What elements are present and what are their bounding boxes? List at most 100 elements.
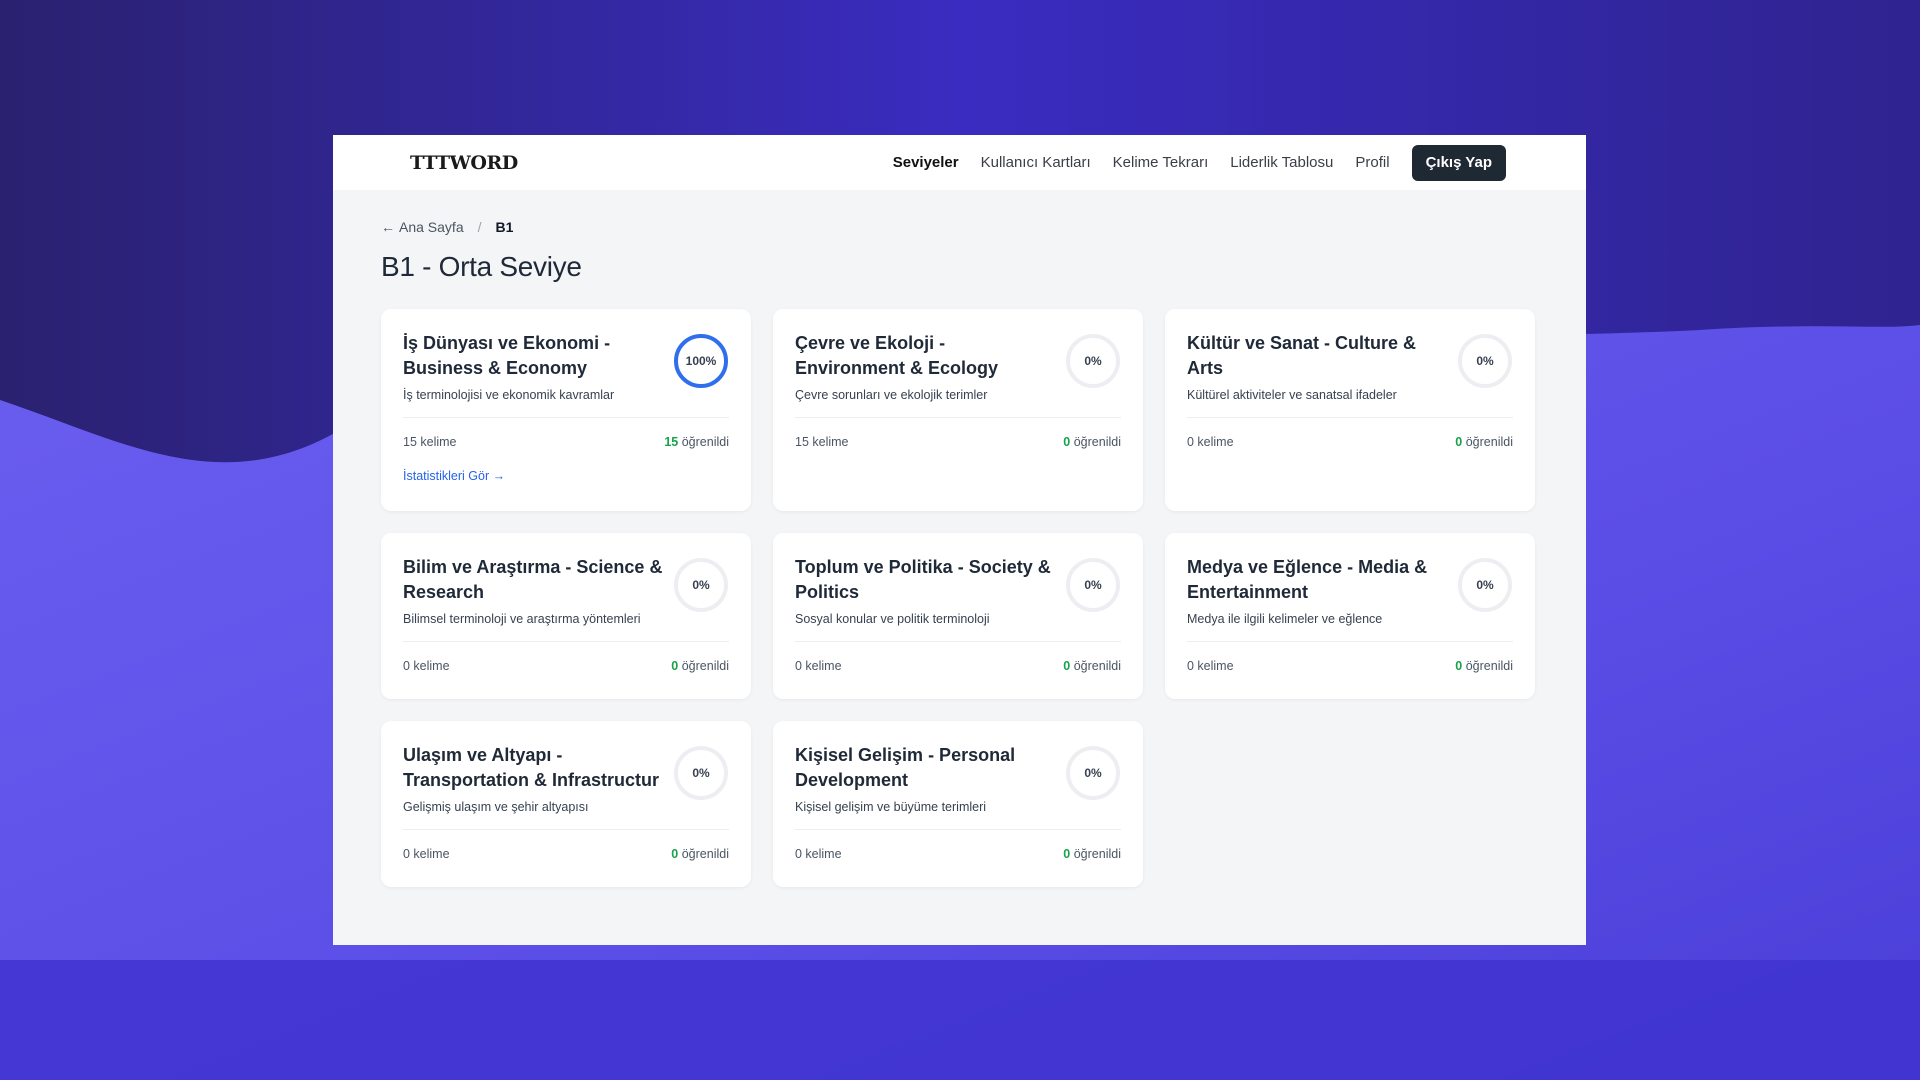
- page-title: B1 - Orta Seviye: [381, 251, 582, 282]
- nav-levels[interactable]: Seviyeler: [893, 154, 959, 171]
- card-description: Kişisel gelişim ve büyüme terimleri: [795, 800, 987, 814]
- card-divider: [795, 641, 1121, 642]
- progress-percent: 0%: [692, 766, 710, 780]
- card-description: Sosyal konular ve politik terminoloji: [795, 612, 990, 626]
- progress-percent: 0%: [1476, 354, 1494, 368]
- category-card[interactable]: Medya ve Eğlence - Media & Entertainment…: [1165, 533, 1535, 699]
- learned-count: 0 öğrenildi: [1063, 847, 1121, 861]
- learned-number: 0: [671, 847, 679, 861]
- progress-percent: 0%: [1476, 578, 1494, 592]
- card-divider: [403, 641, 729, 642]
- learned-count: 15 öğrenildi: [664, 435, 729, 449]
- nav-leaderboard[interactable]: Liderlik Tablosu: [1230, 154, 1333, 171]
- arrow-left-icon: ←: [381, 219, 395, 235]
- main-content: ← Ana Sayfa / B1 B1 - Orta Seviye İş Dün…: [333, 190, 1586, 887]
- category-card[interactable]: İş Dünyası ve Ekonomi - Business & Econo…: [381, 309, 751, 511]
- card-divider: [403, 417, 729, 418]
- word-count: 0 kelime: [1187, 435, 1234, 449]
- learned-label: öğrenildi: [681, 659, 729, 673]
- card-description: Bilimsel terminoloji ve araştırma yöntem…: [403, 612, 641, 626]
- card-title: Medya ve Eğlence - Media & Entertainment: [1187, 557, 1428, 602]
- card-title: Kişisel Gelişim - Personal Development: [795, 745, 1016, 790]
- learned-number: 0: [1063, 435, 1071, 449]
- card-description: Gelişmiş ulaşım ve şehir altyapısı: [403, 800, 589, 814]
- progress-ring: 0%: [673, 745, 729, 801]
- logout-button[interactable]: Çıkış Yap: [1411, 144, 1506, 181]
- learned-number: 0: [671, 659, 679, 673]
- learned-label: öğrenildi: [1073, 847, 1121, 861]
- brand-logo[interactable]: TTTWORD: [410, 152, 518, 174]
- category-card[interactable]: Çevre ve Ekoloji - Environment & Ecology…: [773, 309, 1143, 511]
- card-description: Kültürel aktiviteler ve sanatsal ifadele…: [1187, 388, 1397, 402]
- category-card[interactable]: Ulaşım ve Altyapı - Transportation & Inf…: [381, 721, 751, 887]
- progress-ring: 0%: [1065, 557, 1121, 613]
- category-card[interactable]: Kültür ve Sanat - Culture & Arts Kültüre…: [1165, 309, 1535, 511]
- progress-percent: 0%: [1084, 354, 1102, 368]
- progress-percent: 0%: [692, 578, 710, 592]
- progress-ring: 0%: [1457, 333, 1513, 389]
- nav-word-review[interactable]: Kelime Tekrarı: [1113, 154, 1209, 171]
- card-divider: [795, 417, 1121, 418]
- breadcrumb-home-link[interactable]: ← Ana Sayfa: [381, 219, 464, 235]
- progress-ring: 0%: [1065, 333, 1121, 389]
- progress-percent: 100%: [685, 354, 717, 368]
- word-count: 0 kelime: [795, 659, 842, 673]
- learned-label: öğrenildi: [1073, 435, 1121, 449]
- nav-user-cards[interactable]: Kullanıcı Kartları: [981, 154, 1091, 171]
- nav-links: Seviyeler Kullanıcı Kartları Kelime Tekr…: [871, 144, 1506, 181]
- card-description: İş terminolojisi ve ekonomik kavramlar: [403, 388, 615, 402]
- nav-profile[interactable]: Profil: [1355, 154, 1389, 171]
- word-count: 0 kelime: [403, 659, 450, 673]
- word-count: 15 kelime: [403, 435, 457, 449]
- breadcrumb-home-label: Ana Sayfa: [399, 219, 464, 235]
- learned-number: 0: [1063, 847, 1071, 861]
- progress-ring: 0%: [1065, 745, 1121, 801]
- card-description: Çevre sorunları ve ekolojik terimler: [795, 388, 988, 402]
- learned-number: 0: [1455, 435, 1463, 449]
- learned-label: öğrenildi: [681, 435, 729, 449]
- card-divider: [1187, 641, 1513, 642]
- progress-percent: 0%: [1084, 578, 1102, 592]
- learned-count: 0 öğrenildi: [1063, 659, 1121, 673]
- word-count: 15 kelime: [795, 435, 849, 449]
- learned-label: öğrenildi: [681, 847, 729, 861]
- category-card[interactable]: Kişisel Gelişim - Personal Development K…: [773, 721, 1143, 887]
- card-title: Kültür ve Sanat - Culture & Arts: [1187, 333, 1417, 378]
- learned-number: 0: [1063, 659, 1071, 673]
- category-card[interactable]: Bilim ve Araştırma - Science & Research …: [381, 533, 751, 699]
- card-title: Toplum ve Politika - Society & Politics: [795, 557, 1051, 602]
- word-count: 0 kelime: [403, 847, 450, 861]
- progress-percent: 0%: [1084, 766, 1102, 780]
- card-title: Ulaşım ve Altyapı - Transportation & Inf…: [403, 745, 660, 790]
- card-title: Çevre ve Ekoloji - Environment & Ecology: [795, 333, 999, 378]
- learned-label: öğrenildi: [1073, 659, 1121, 673]
- card-description: Medya ile ilgili kelimeler ve eğlence: [1187, 612, 1383, 626]
- card-divider: [795, 829, 1121, 830]
- word-count: 0 kelime: [795, 847, 842, 861]
- card-divider: [403, 829, 729, 830]
- learned-label: öğrenildi: [1465, 435, 1513, 449]
- progress-ring: 0%: [1457, 557, 1513, 613]
- app-window: TTTWORD Seviyeler Kullanıcı Kartları Kel…: [333, 135, 1586, 945]
- learned-count: 0 öğrenildi: [671, 659, 729, 673]
- progress-ring: 0%: [673, 557, 729, 613]
- view-stats-link[interactable]: İstatistikleri Gör →: [403, 469, 505, 483]
- learned-count: 0 öğrenildi: [1063, 435, 1121, 449]
- card-divider: [1187, 417, 1513, 418]
- learned-count: 0 öğrenildi: [1455, 659, 1513, 673]
- breadcrumb-current: B1: [495, 219, 514, 235]
- breadcrumb-separator: /: [477, 219, 482, 235]
- learned-number: 0: [1455, 659, 1463, 673]
- category-card[interactable]: Toplum ve Politika - Society & Politics …: [773, 533, 1143, 699]
- learned-label: öğrenildi: [1465, 659, 1513, 673]
- card-title: Bilim ve Araştırma - Science & Research: [403, 557, 663, 602]
- learned-count: 0 öğrenildi: [671, 847, 729, 861]
- learned-count: 0 öğrenildi: [1455, 435, 1513, 449]
- learned-number: 15: [664, 435, 679, 449]
- top-navbar: TTTWORD Seviyeler Kullanıcı Kartları Kel…: [333, 135, 1586, 190]
- progress-ring: 100%: [673, 333, 729, 389]
- word-count: 0 kelime: [1187, 659, 1234, 673]
- breadcrumb: ← Ana Sayfa / B1: [381, 219, 1535, 235]
- category-grid: İş Dünyası ve Ekonomi - Business & Econo…: [381, 309, 1535, 887]
- card-title: İş Dünyası ve Ekonomi - Business & Econo…: [403, 333, 611, 378]
